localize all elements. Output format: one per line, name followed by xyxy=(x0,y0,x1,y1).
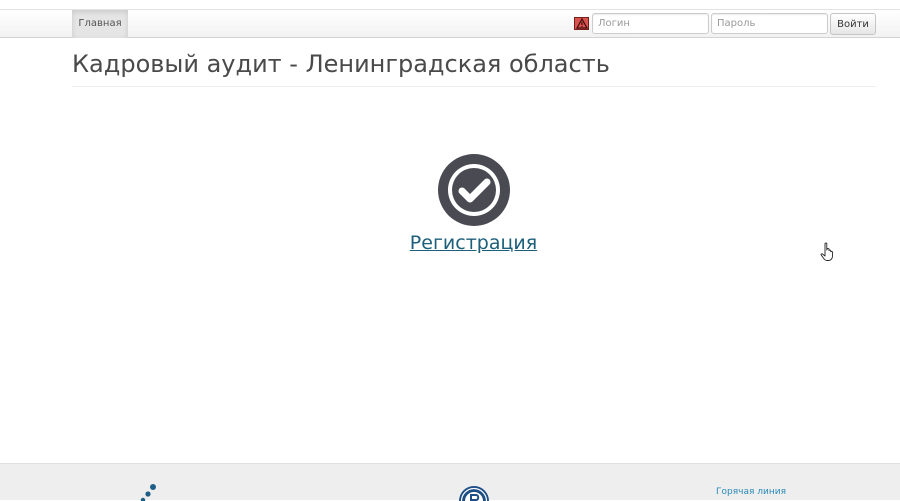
password-input[interactable] xyxy=(711,13,828,34)
page-footer: Горячая линия xyxy=(0,463,900,500)
check-circle-icon xyxy=(438,154,510,226)
nav-home-link[interactable]: Главная xyxy=(72,10,128,38)
login-button[interactable]: Войти xyxy=(830,13,876,35)
warning-icon[interactable] xyxy=(574,17,589,30)
hand-cursor-icon xyxy=(820,242,834,262)
login-input[interactable] xyxy=(592,13,709,34)
hotline-link[interactable]: Горячая линия xyxy=(716,487,786,497)
title-divider xyxy=(72,86,876,87)
page-title: Кадровый аудит - Ленинградская область xyxy=(72,50,610,78)
top-navbar: Главная Войти xyxy=(0,9,900,38)
partner-logo-icon[interactable] xyxy=(140,484,158,501)
warning-triangle-icon xyxy=(576,18,588,29)
register-link[interactable]: Регистрация xyxy=(408,232,539,254)
academy-emblem-icon[interactable] xyxy=(457,485,491,501)
